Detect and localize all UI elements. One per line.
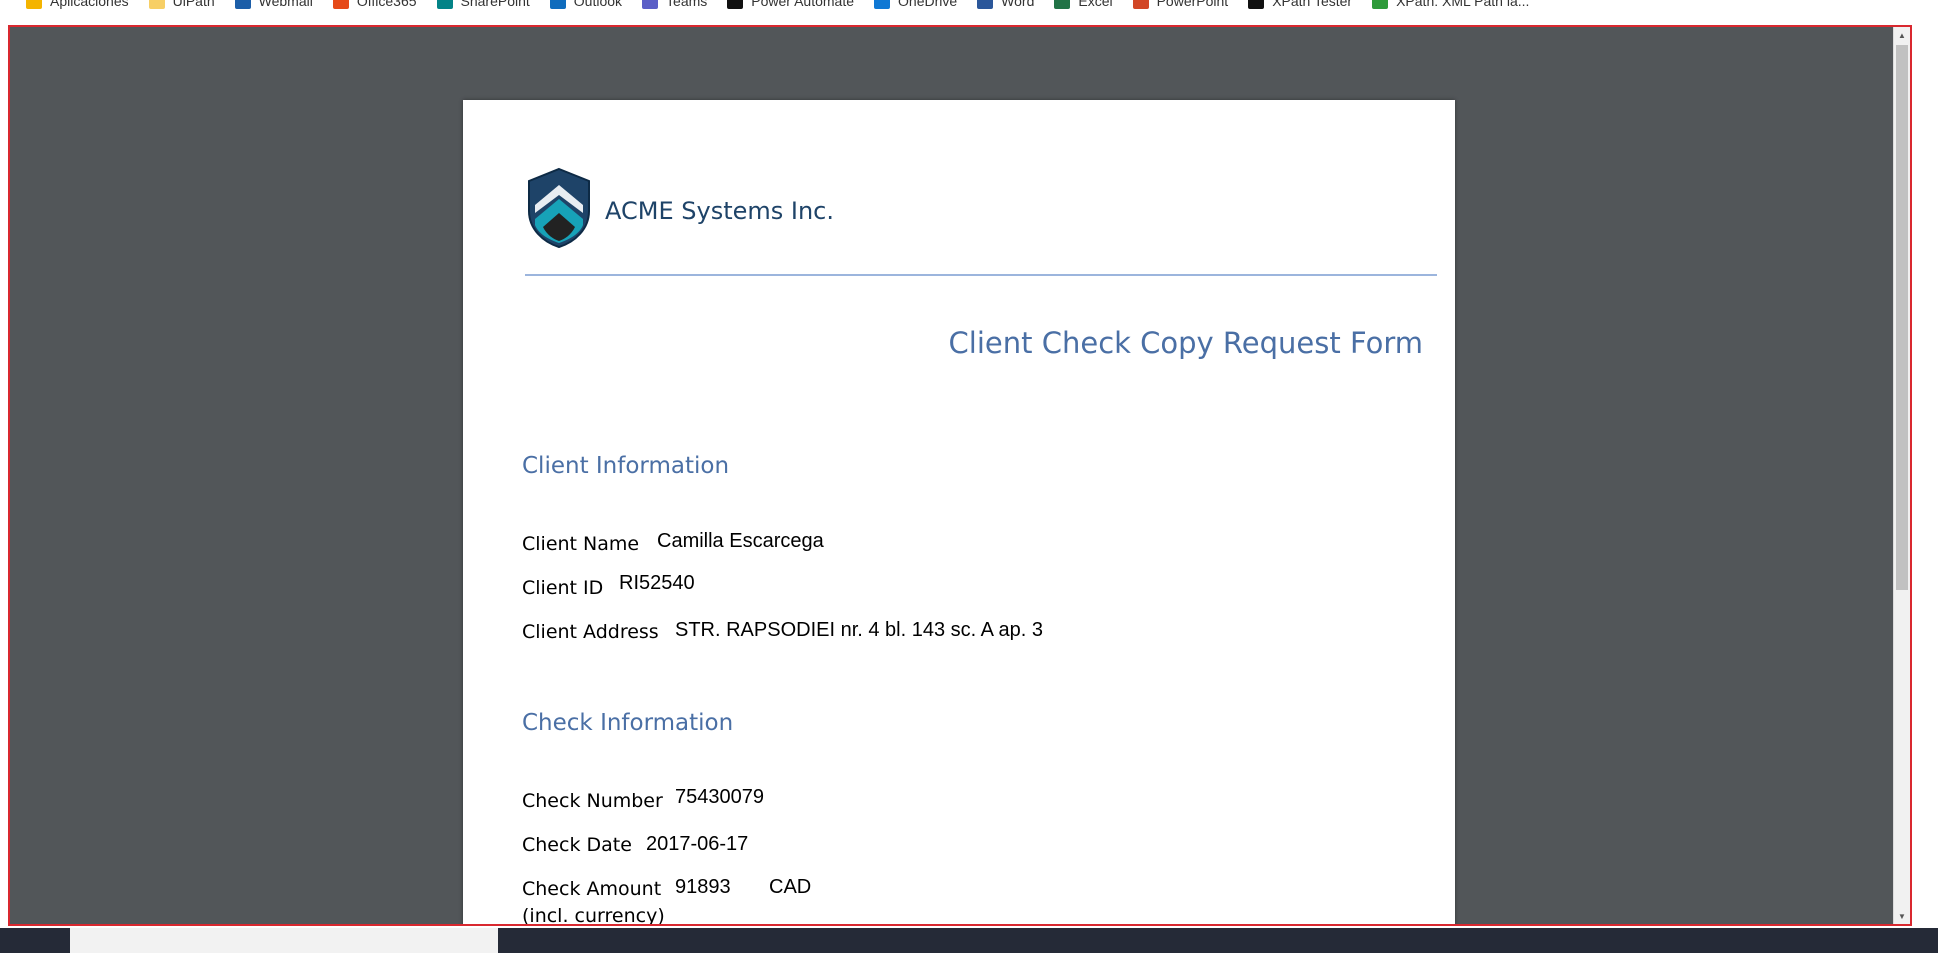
bookmark-mail[interactable]: Webmail xyxy=(234,0,313,9)
client-name-label: Client Name xyxy=(522,533,640,555)
header-divider xyxy=(525,274,1437,276)
scrollbar-thumb[interactable] xyxy=(1896,45,1908,590)
xpath-tester-icon xyxy=(1248,0,1265,9)
bookmark-apps-grid[interactable]: Aplicaciones xyxy=(26,0,129,9)
client-id-label: Client ID xyxy=(522,577,604,599)
check-amount-label-currency-note: (incl. currency) xyxy=(522,905,665,926)
bookmark-label: Webmail xyxy=(258,0,313,9)
scroll-down-arrow-icon[interactable]: ▼ xyxy=(1894,908,1910,924)
client-name-value: Camilla Escarcega xyxy=(657,530,824,552)
xpath-check-icon xyxy=(1372,0,1389,9)
client-id-value: RI52540 xyxy=(619,572,695,594)
folder-icon xyxy=(148,0,165,9)
check-currency-value: CAD xyxy=(769,876,812,898)
bookmark-powerpoint[interactable]: PowerPoint xyxy=(1132,0,1229,9)
form-title: Client Check Copy Request Form xyxy=(948,326,1423,360)
word-icon xyxy=(977,0,994,9)
excel-icon xyxy=(1054,0,1071,9)
bookmark-label: SharePoint xyxy=(460,0,530,9)
bookmark-label: Aplicaciones xyxy=(50,0,129,9)
bookmark-teams[interactable]: Teams xyxy=(642,0,707,9)
outlook-icon xyxy=(549,0,566,9)
client-section-heading: Client Information xyxy=(522,453,730,479)
bookmark-xpath-check[interactable]: XPath: XML Path la... xyxy=(1372,0,1529,9)
scroll-up-arrow-icon[interactable]: ▲ xyxy=(1894,27,1910,43)
office-icon xyxy=(332,0,349,9)
bookmark-excel[interactable]: Excel xyxy=(1054,0,1113,9)
acme-shield-logo-icon xyxy=(528,167,590,249)
bookmark-word[interactable]: Word xyxy=(977,0,1034,9)
company-name: ACME Systems Inc. xyxy=(605,197,834,225)
mail-icon xyxy=(234,0,251,9)
bookmark-label: Office365 xyxy=(356,0,417,9)
check-section-heading: Check Information xyxy=(522,710,734,736)
bookmark-onedrive[interactable]: OneDrive xyxy=(874,0,957,9)
teams-icon xyxy=(642,0,659,9)
bookmark-label: Word xyxy=(1001,0,1035,9)
bookmark-folder[interactable]: UiPath xyxy=(148,0,215,9)
check-amount-label: Check Amount xyxy=(522,878,662,900)
powerpoint-icon xyxy=(1132,0,1149,9)
sharepoint-icon xyxy=(436,0,453,9)
pdf-viewer[interactable]: ACME Systems Inc. Client Check Copy Requ… xyxy=(8,25,1912,926)
bookmark-label: Teams xyxy=(666,0,708,9)
document-page: ACME Systems Inc. Client Check Copy Requ… xyxy=(463,100,1455,926)
bookmark-label: UiPath xyxy=(172,0,215,9)
check-amount-value: 91893 xyxy=(675,876,731,898)
bookmarks-bar: Aplicaciones UiPath Webmail Office365 ShareP… xyxy=(0,0,1938,18)
client-address-label: Client Address xyxy=(522,621,659,643)
check-number-value: 75430079 xyxy=(675,786,764,808)
taskbar-search-box[interactable] xyxy=(70,928,498,953)
bookmark-label: XPath Tester xyxy=(1272,0,1353,9)
bookmark-power-automate[interactable]: Power Automate xyxy=(727,0,854,9)
bookmark-outlook[interactable]: Outlook xyxy=(549,0,623,9)
vertical-scrollbar[interactable]: ▲ ▼ xyxy=(1893,27,1910,924)
bookmark-label: Outlook xyxy=(573,0,623,9)
bookmark-label: OneDrive xyxy=(898,0,958,9)
onedrive-icon xyxy=(874,0,891,9)
check-date-label: Check Date xyxy=(522,834,632,856)
apps-grid-icon xyxy=(26,0,42,9)
bookmark-label: Excel xyxy=(1078,0,1113,9)
power-automate-icon xyxy=(727,0,744,9)
bookmark-xpath-tester[interactable]: XPath Tester xyxy=(1248,0,1352,9)
bookmark-office[interactable]: Office365 xyxy=(332,0,417,9)
check-date-value: 2017-06-17 xyxy=(646,833,749,855)
bookmark-label: XPath: XML Path la... xyxy=(1396,0,1530,9)
bookmark-label: Power Automate xyxy=(751,0,855,9)
client-address-value: STR. RAPSODIEI nr. 4 bl. 143 sc. A ap. 3 xyxy=(675,619,1043,641)
bookmark-label: PowerPoint xyxy=(1156,0,1229,9)
bookmark-sharepoint[interactable]: SharePoint xyxy=(436,0,530,9)
check-number-label: Check Number xyxy=(522,790,663,812)
